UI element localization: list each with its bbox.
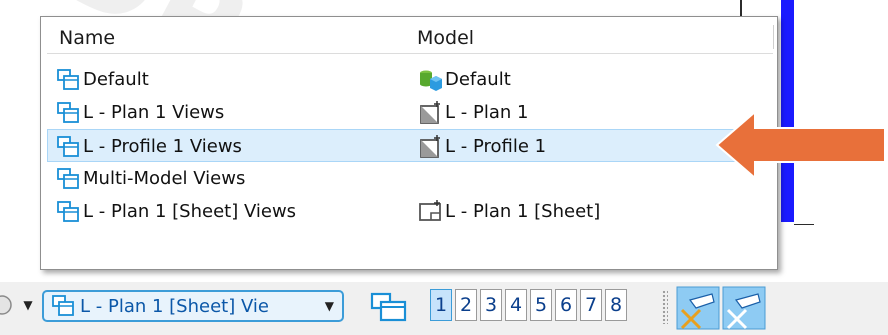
view-button-6[interactable]: 6 bbox=[555, 289, 577, 321]
view-toolbar: ▼ L - Plan 1 [Sheet] Vie ▼ 1 2 3 4 5 6 7… bbox=[0, 282, 888, 335]
model-cell: Default bbox=[417, 63, 511, 96]
view-name-cell: Default bbox=[55, 63, 149, 96]
canvas-tick bbox=[794, 224, 814, 225]
view-row-plan[interactable]: L - Plan 1 Views L - Plan 1 bbox=[47, 96, 773, 129]
drawing-model-icon bbox=[420, 134, 440, 158]
saved-view-icon bbox=[57, 101, 79, 123]
model-name: L - Profile 1 bbox=[445, 136, 547, 157]
model-cell: L - Profile 1 bbox=[417, 130, 546, 163]
saved-view-icon bbox=[57, 167, 79, 189]
view-name: L - Plan 1 [Sheet] Views bbox=[83, 201, 297, 222]
dropdown-header: Name Model bbox=[47, 23, 773, 54]
combo-value: L - Plan 1 [Sheet] Vie bbox=[80, 295, 269, 317]
view-name-cell: L - Profile 1 Views bbox=[55, 130, 242, 163]
saved-view-icon bbox=[52, 295, 74, 316]
view-name: Multi-Model Views bbox=[83, 168, 246, 189]
views-dialog-button[interactable] bbox=[364, 290, 414, 324]
saved-view-icon bbox=[57, 68, 79, 90]
model-name: L - Plan 1 [Sheet] bbox=[445, 201, 601, 222]
column-header-name[interactable]: Name bbox=[59, 27, 115, 49]
view-button-2[interactable]: 2 bbox=[455, 289, 477, 321]
toolbar-grip[interactable] bbox=[662, 290, 668, 324]
view-name-cell: L - Plan 1 [Sheet] Views bbox=[55, 195, 296, 228]
view-row-default[interactable]: Default Default bbox=[47, 63, 773, 96]
chevron-down-icon[interactable]: ▼ bbox=[18, 292, 38, 318]
drawing-model-icon bbox=[420, 100, 440, 124]
clear-selection-icon[interactable] bbox=[722, 286, 766, 330]
design-model-icon bbox=[420, 70, 442, 91]
sheet-model-icon bbox=[419, 199, 441, 221]
saved-view-dropdown: Name Model Default Default L - Plan 1 Vi… bbox=[40, 16, 778, 270]
saved-view-combo[interactable]: L - Plan 1 [Sheet] Vie ▼ bbox=[42, 290, 344, 322]
view-name: L - Profile 1 Views bbox=[83, 136, 242, 157]
element-selection-icon[interactable] bbox=[676, 286, 720, 330]
column-header-model[interactable]: Model bbox=[417, 27, 474, 49]
view-name-cell: Multi-Model Views bbox=[55, 162, 245, 195]
model-cell: L - Plan 1 bbox=[417, 96, 528, 129]
view-row-multi-model[interactable]: Multi-Model Views bbox=[47, 162, 773, 195]
view-button-7[interactable]: 7 bbox=[580, 289, 602, 321]
header-divider bbox=[773, 25, 774, 49]
view-name-cell: L - Plan 1 Views bbox=[55, 96, 224, 129]
view-button-4[interactable]: 4 bbox=[505, 289, 527, 321]
view-button-3[interactable]: 3 bbox=[480, 289, 502, 321]
partial-toolbar-icon[interactable] bbox=[0, 292, 14, 318]
chevron-down-icon[interactable]: ▼ bbox=[325, 292, 334, 320]
saved-view-icon bbox=[57, 135, 79, 157]
model-name: Default bbox=[445, 69, 511, 90]
view-button-1[interactable]: 1 bbox=[430, 289, 452, 321]
view-row-profile[interactable]: L - Profile 1 Views L - Profile 1 bbox=[47, 129, 773, 162]
model-cell: L - Plan 1 [Sheet] bbox=[417, 195, 600, 228]
saved-views-icon bbox=[370, 292, 407, 322]
view-button-5[interactable]: 5 bbox=[530, 289, 552, 321]
view-name: L - Plan 1 Views bbox=[83, 102, 225, 123]
view-name: Default bbox=[83, 69, 149, 90]
saved-view-icon bbox=[57, 200, 79, 222]
callout-arrow bbox=[715, 110, 886, 180]
view-button-8[interactable]: 8 bbox=[605, 289, 627, 321]
view-number-buttons: 1 2 3 4 5 6 7 8 bbox=[430, 289, 630, 321]
view-row-sheet[interactable]: L - Plan 1 [Sheet] Views L - Plan 1 [She… bbox=[47, 195, 773, 228]
model-name: L - Plan 1 bbox=[445, 102, 529, 123]
